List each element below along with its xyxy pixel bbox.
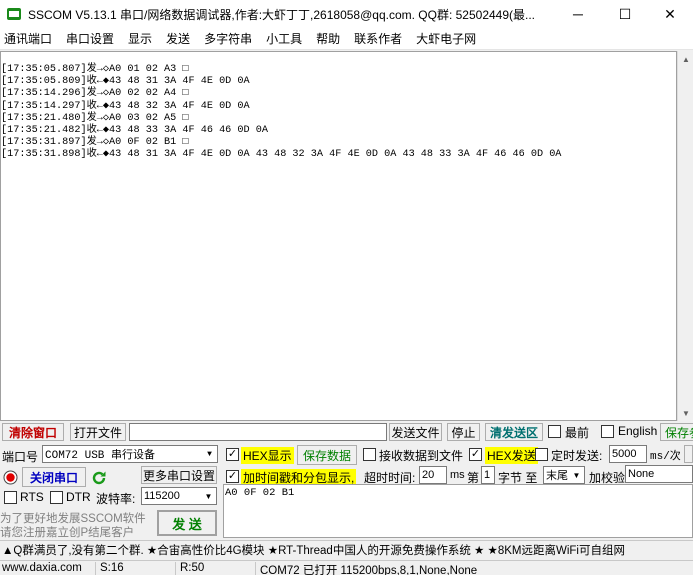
baud-select-value: 115200	[144, 490, 180, 502]
log-line: [17:35:05.809]收←◆43 48 31 3A 4F 4E 0D 0A	[1, 76, 250, 88]
timeout-unit-label: ms	[450, 469, 465, 481]
send-text-area[interactable]: A0 0F 02 B1	[223, 484, 693, 538]
menu-item-multi-string[interactable]: 多字符串	[200, 30, 256, 47]
end-select-value: 末尾	[546, 470, 568, 482]
menu-item-tools[interactable]: 小工具	[262, 30, 306, 47]
menu-item-daxia-site[interactable]: 大虾电子网	[412, 30, 480, 47]
app-icon	[6, 6, 22, 22]
clear-window-button[interactable]: 清除窗口	[2, 423, 64, 441]
chevron-down-icon: ▼	[572, 470, 581, 480]
save-data-button[interactable]: 保存数据	[297, 445, 357, 465]
file-path-input[interactable]	[129, 423, 387, 441]
maximize-button[interactable]: ☐	[602, 0, 648, 28]
checksum-select[interactable]: None	[625, 465, 693, 483]
clear-send-area-button[interactable]: 清发送区	[485, 423, 543, 441]
menu-item-contact-author[interactable]: 联系作者	[350, 30, 406, 47]
log-line: [17:35:31.898]收←◆43 48 31 3A 4F 4E 0D 0A…	[1, 149, 562, 161]
timeout-input[interactable]: 20	[419, 466, 447, 484]
port-label: 端口号	[2, 450, 39, 464]
log-line: [17:35:14.296]发→◇A0 02 02 A4 □	[1, 88, 189, 100]
hex-display-label: HEX显示	[241, 447, 294, 464]
window-title: SSCOM V5.13.1 串口/网络数据调试器,作者:大虾丁丁,2618058…	[28, 7, 536, 22]
port-select-value: COM72 USB 串行设备	[45, 450, 156, 462]
interval-spinner[interactable]	[684, 445, 693, 463]
add-timestamp-checkbox[interactable]: ✓	[226, 470, 239, 483]
hex-send-label: HEX发送	[485, 447, 538, 464]
receive-scrollbar[interactable]: ▲ ▼	[677, 51, 693, 421]
log-line: [17:35:14.297]收←◆43 48 32 3A 4F 4E 0D 0A	[1, 100, 250, 112]
timed-send-checkbox[interactable]	[535, 448, 548, 461]
topmost-checkbox[interactable]	[548, 425, 561, 438]
menu-item-display[interactable]: 显示	[124, 30, 156, 47]
dtr-label: DTR	[66, 490, 91, 504]
scroll-down-icon[interactable]: ▼	[678, 405, 693, 421]
refresh-icon[interactable]	[90, 469, 108, 487]
topmost-label: 最前	[565, 426, 590, 440]
scroll-up-icon[interactable]: ▲	[678, 51, 693, 67]
minimize-icon: ─	[573, 6, 583, 22]
status-bar: www.daxia.com S:16 R:50 COM72 已打开 115200…	[0, 560, 693, 575]
status-site-link[interactable]: www.daxia.com	[0, 562, 96, 575]
promo-text-line2[interactable]: 请您注册嘉立创P结尾客户	[0, 524, 134, 540]
more-port-settings-button[interactable]: 更多串口设置	[141, 466, 217, 484]
chevron-down-icon: ▼	[207, 449, 212, 459]
hex-display-checkbox[interactable]: ✓	[226, 448, 239, 461]
receive-area[interactable]: [17:35:05.807]发→◇A0 01 02 A3 □ [17:35:05…	[0, 51, 677, 421]
send-file-button[interactable]: 发送文件	[389, 423, 442, 441]
maximize-icon: ☐	[618, 5, 632, 22]
interval-input[interactable]: 5000	[609, 445, 647, 463]
interval-unit-label: ms/次	[650, 451, 681, 463]
status-port-info: COM72 已打开 115200bps,8,1,None,None	[260, 565, 478, 575]
stop-button[interactable]: 停止	[447, 423, 480, 441]
end-select[interactable]: 末尾 ▼	[543, 466, 585, 484]
recv-to-file-checkbox[interactable]	[363, 448, 376, 461]
open-file-button[interactable]: 打开文件	[70, 423, 126, 441]
baud-select[interactable]: 115200 ▼	[141, 487, 217, 505]
save-params-button[interactable]: 保存参	[660, 423, 693, 441]
menu-item-comm-port[interactable]: 通讯端口	[0, 30, 56, 47]
menu-bar: 通讯端口 串口设置 显示 发送 多字符串 小工具 帮助 联系作者 大虾电子网	[0, 28, 693, 50]
baud-label: 波特率:	[96, 492, 136, 506]
title-bar: SSCOM V5.13.1 串口/网络数据调试器,作者:大虾丁丁,2618058…	[0, 0, 693, 28]
status-recv-count: R:50	[178, 562, 256, 575]
ad-ticker[interactable]: ▲Q群满员了,没有第二个群. ★合宙高性价比4G模块 ★RT-Thread中国人…	[0, 540, 693, 559]
english-label: English	[618, 424, 658, 438]
dtr-checkbox[interactable]	[50, 491, 63, 504]
status-sent-count: S:16	[98, 562, 176, 575]
log-line: [17:35:21.480]发→◇A0 03 02 A5 □	[1, 112, 189, 124]
menu-item-help[interactable]: 帮助	[312, 30, 344, 47]
english-checkbox[interactable]	[601, 425, 614, 438]
hex-send-checkbox[interactable]: ✓	[469, 448, 482, 461]
record-icon	[3, 470, 18, 485]
rts-checkbox[interactable]	[4, 491, 17, 504]
nth-byte-input[interactable]: 1	[481, 466, 495, 484]
close-icon: ✕	[664, 5, 676, 22]
minimize-button[interactable]: ─	[555, 0, 601, 28]
recv-to-file-label: 接收数据到文件	[379, 449, 464, 463]
timed-send-label: 定时发送:	[551, 449, 603, 463]
port-select[interactable]: COM72 USB 串行设备 ▼	[42, 445, 218, 463]
rts-label: RTS	[20, 490, 44, 504]
close-button[interactable]: ✕	[647, 0, 693, 28]
toolbar: 清除窗口 打开文件 发送文件 停止 清发送区 最前 English 保存参	[0, 421, 693, 443]
log-line: [17:35:05.807]发→◇A0 01 02 A3 □	[1, 64, 189, 75]
log-line: [17:35:31.897]发→◇A0 0F 02 B1 □	[1, 137, 189, 149]
menu-item-send[interactable]: 发送	[162, 30, 194, 47]
log-line: [17:35:21.482]收←◆43 48 33 3A 4F 46 46 0D…	[1, 125, 268, 137]
chevron-down-icon: ▼	[204, 491, 213, 501]
close-port-button[interactable]: 关闭串口	[22, 467, 86, 487]
menu-item-port-settings[interactable]: 串口设置	[62, 30, 118, 47]
send-button[interactable]: 发 送	[157, 510, 217, 536]
